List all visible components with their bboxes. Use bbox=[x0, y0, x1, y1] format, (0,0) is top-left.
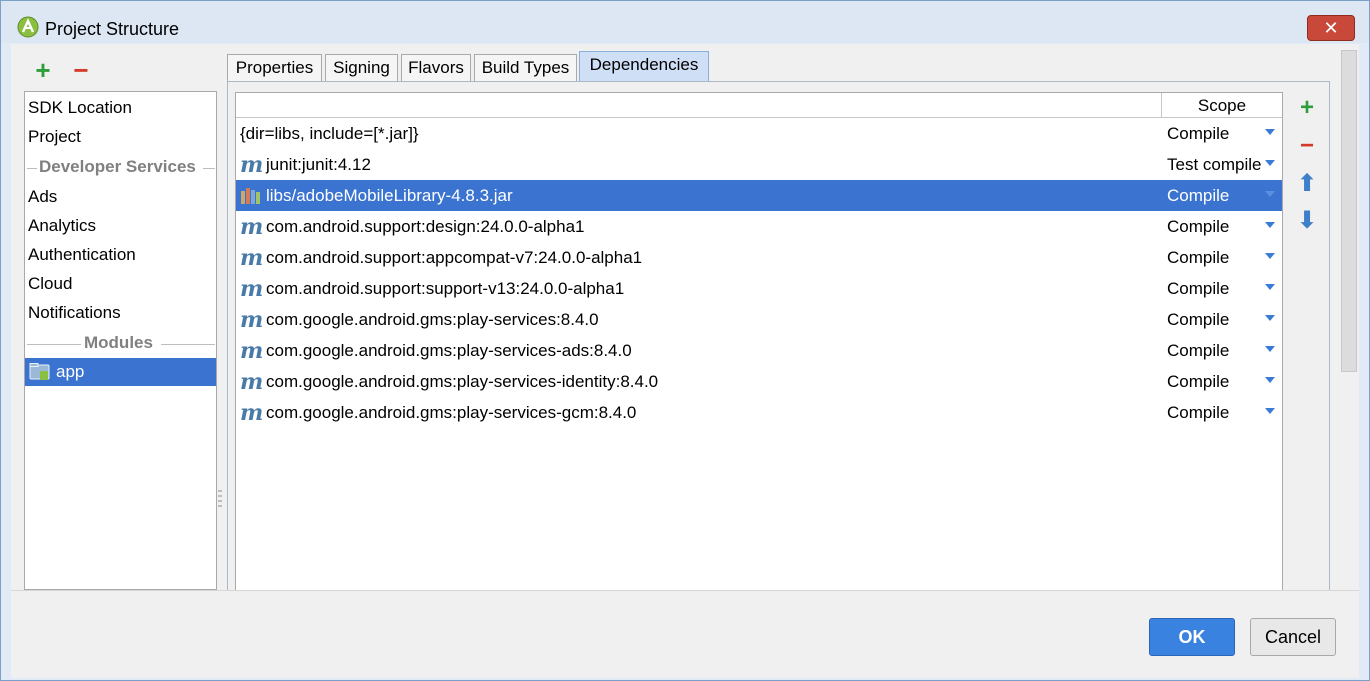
scope-value[interactable]: Compile bbox=[1167, 248, 1229, 268]
scope-value[interactable]: Compile bbox=[1167, 341, 1229, 361]
table-row[interactable]: m junit:junit:4.12 Test compile bbox=[236, 149, 1282, 180]
scope-value[interactable]: Compile bbox=[1167, 186, 1229, 206]
maven-icon: m bbox=[240, 276, 264, 302]
dependencies-table: Scope {dir=libs, include=[*.jar]} Compil… bbox=[235, 92, 1283, 591]
dropdown-arrow-icon[interactable] bbox=[1265, 253, 1275, 259]
dependency-name: {dir=libs, include=[*.jar]} bbox=[240, 124, 419, 143]
maven-icon: m bbox=[240, 214, 264, 240]
tab-dependencies[interactable]: Dependencies bbox=[579, 51, 709, 82]
table-row[interactable]: m com.android.support:support-v13:24.0.0… bbox=[236, 273, 1282, 304]
add-dependency-button[interactable]: + bbox=[1295, 96, 1319, 120]
table-row[interactable]: {dir=libs, include=[*.jar]} Compile bbox=[236, 118, 1282, 149]
move-up-button[interactable]: ⬆ bbox=[1295, 172, 1319, 196]
dropdown-arrow-icon[interactable] bbox=[1265, 191, 1275, 197]
tab-flavors[interactable]: Flavors bbox=[401, 54, 471, 82]
dropdown-arrow-icon[interactable] bbox=[1265, 222, 1275, 228]
scope-value[interactable]: Test compile bbox=[1167, 155, 1261, 175]
tab-properties[interactable]: Properties bbox=[227, 54, 322, 82]
cancel-button[interactable]: Cancel bbox=[1250, 618, 1336, 656]
dialog-footer: OK Cancel bbox=[11, 590, 1359, 678]
dependencies-pane: Scope {dir=libs, include=[*.jar]} Compil… bbox=[227, 81, 1330, 591]
sidebar-item-sdk-location[interactable]: SDK Location bbox=[28, 98, 132, 118]
sidebar-item-authentication[interactable]: Authentication bbox=[28, 245, 136, 265]
project-structure-window: Project Structure ✕ + − SDK Location Pro… bbox=[0, 0, 1370, 681]
dependency-name: libs/adobeMobileLibrary-4.8.3.jar bbox=[266, 186, 513, 205]
sidebar-item-notifications[interactable]: Notifications bbox=[28, 303, 121, 323]
dependency-toolbar: + − ⬆ ⬇ bbox=[1291, 92, 1321, 591]
table-header: Scope bbox=[236, 93, 1282, 118]
sidebar-item-label: app bbox=[56, 362, 85, 381]
scrollbar-thumb[interactable] bbox=[1341, 50, 1357, 372]
dropdown-arrow-icon[interactable] bbox=[1265, 315, 1275, 321]
dropdown-arrow-icon[interactable] bbox=[1265, 346, 1275, 352]
dependency-name: com.google.android.gms:play-services-ide… bbox=[266, 372, 659, 391]
ok-button[interactable]: OK bbox=[1149, 618, 1235, 656]
remove-module-button[interactable]: − bbox=[69, 55, 93, 85]
minus-icon: − bbox=[1299, 132, 1314, 159]
add-module-button[interactable]: + bbox=[31, 55, 55, 85]
dependency-name: com.android.support:support-v13:24.0.0-a… bbox=[266, 279, 625, 298]
maven-icon: m bbox=[240, 152, 264, 178]
maven-icon: m bbox=[240, 338, 264, 364]
remove-dependency-button[interactable]: − bbox=[1295, 134, 1319, 158]
maven-icon: m bbox=[240, 245, 264, 271]
sidebar-item-project[interactable]: Project bbox=[28, 127, 81, 147]
table-row[interactable]: m com.google.android.gms:play-services-a… bbox=[236, 335, 1282, 366]
table-row-selected[interactable]: libs/adobeMobileLibrary-4.8.3.jar Compil… bbox=[236, 180, 1282, 211]
dropdown-arrow-icon[interactable] bbox=[1265, 160, 1275, 166]
column-header-scope[interactable]: Scope bbox=[1161, 93, 1282, 117]
close-icon: ✕ bbox=[1323, 18, 1339, 38]
sidebar-group-developer-services: Developer Services bbox=[25, 157, 216, 179]
table-row[interactable]: m com.google.android.gms:play-services:8… bbox=[236, 304, 1282, 335]
group-header-label: Modules bbox=[84, 333, 153, 352]
maven-icon: m bbox=[240, 369, 264, 395]
plus-icon: + bbox=[1299, 94, 1314, 121]
scope-value[interactable]: Compile bbox=[1167, 217, 1229, 237]
maven-icon: m bbox=[240, 400, 264, 426]
dependency-name: com.android.support:appcompat-v7:24.0.0-… bbox=[266, 248, 643, 267]
jar-library-icon bbox=[241, 188, 260, 204]
scope-value[interactable]: Compile bbox=[1167, 372, 1229, 392]
dropdown-arrow-icon[interactable] bbox=[1265, 408, 1275, 414]
dependency-name: junit:junit:4.12 bbox=[266, 155, 371, 174]
table-row[interactable]: m com.google.android.gms:play-services-i… bbox=[236, 366, 1282, 397]
tab-signing[interactable]: Signing bbox=[325, 54, 398, 82]
dropdown-arrow-icon[interactable] bbox=[1265, 284, 1275, 290]
android-module-icon bbox=[29, 363, 50, 380]
title-bar[interactable]: Project Structure ✕ bbox=[1, 1, 1369, 43]
sidebar: SDK Location Project Developer Services … bbox=[24, 91, 217, 590]
maven-icon: m bbox=[240, 307, 264, 333]
sidebar-item-analytics[interactable]: Analytics bbox=[28, 216, 96, 236]
sidebar-item-cloud[interactable]: Cloud bbox=[28, 274, 72, 294]
minus-icon: − bbox=[73, 55, 89, 85]
dialog-content: + − SDK Location Project Developer Servi… bbox=[11, 44, 1359, 591]
dependency-name: com.android.support:design:24.0.0-alpha1 bbox=[266, 217, 585, 236]
dependency-name: com.google.android.gms:play-services:8.4… bbox=[266, 310, 599, 329]
panel-splitter-handle[interactable] bbox=[217, 488, 223, 512]
android-studio-icon bbox=[17, 16, 39, 38]
dropdown-arrow-icon[interactable] bbox=[1265, 377, 1275, 383]
arrow-up-icon: ⬆ bbox=[1296, 170, 1318, 197]
group-header-label: Developer Services bbox=[39, 157, 196, 176]
close-button[interactable]: ✕ bbox=[1307, 15, 1355, 41]
sidebar-item-app[interactable]: app bbox=[25, 358, 216, 386]
scope-value[interactable]: Compile bbox=[1167, 310, 1229, 330]
arrow-down-icon: ⬇ bbox=[1296, 207, 1318, 234]
sidebar-group-modules: Modules bbox=[25, 333, 216, 355]
scope-value[interactable]: Compile bbox=[1167, 403, 1229, 423]
table-row[interactable]: m com.google.android.gms:play-services-g… bbox=[236, 397, 1282, 428]
table-row[interactable]: m com.android.support:design:24.0.0-alph… bbox=[236, 211, 1282, 242]
plus-icon: + bbox=[35, 55, 51, 85]
scope-value[interactable]: Compile bbox=[1167, 124, 1229, 144]
sidebar-item-ads[interactable]: Ads bbox=[28, 187, 57, 207]
tab-build-types[interactable]: Build Types bbox=[474, 54, 577, 82]
dropdown-arrow-icon[interactable] bbox=[1265, 129, 1275, 135]
dependency-name: com.google.android.gms:play-services-ads… bbox=[266, 341, 632, 360]
window-title: Project Structure bbox=[45, 19, 180, 39]
vertical-scrollbar[interactable] bbox=[1339, 48, 1359, 590]
table-row[interactable]: m com.android.support:appcompat-v7:24.0.… bbox=[236, 242, 1282, 273]
dependency-name: com.google.android.gms:play-services-gcm… bbox=[266, 403, 637, 422]
move-down-button[interactable]: ⬇ bbox=[1295, 209, 1319, 233]
scope-value[interactable]: Compile bbox=[1167, 279, 1229, 299]
